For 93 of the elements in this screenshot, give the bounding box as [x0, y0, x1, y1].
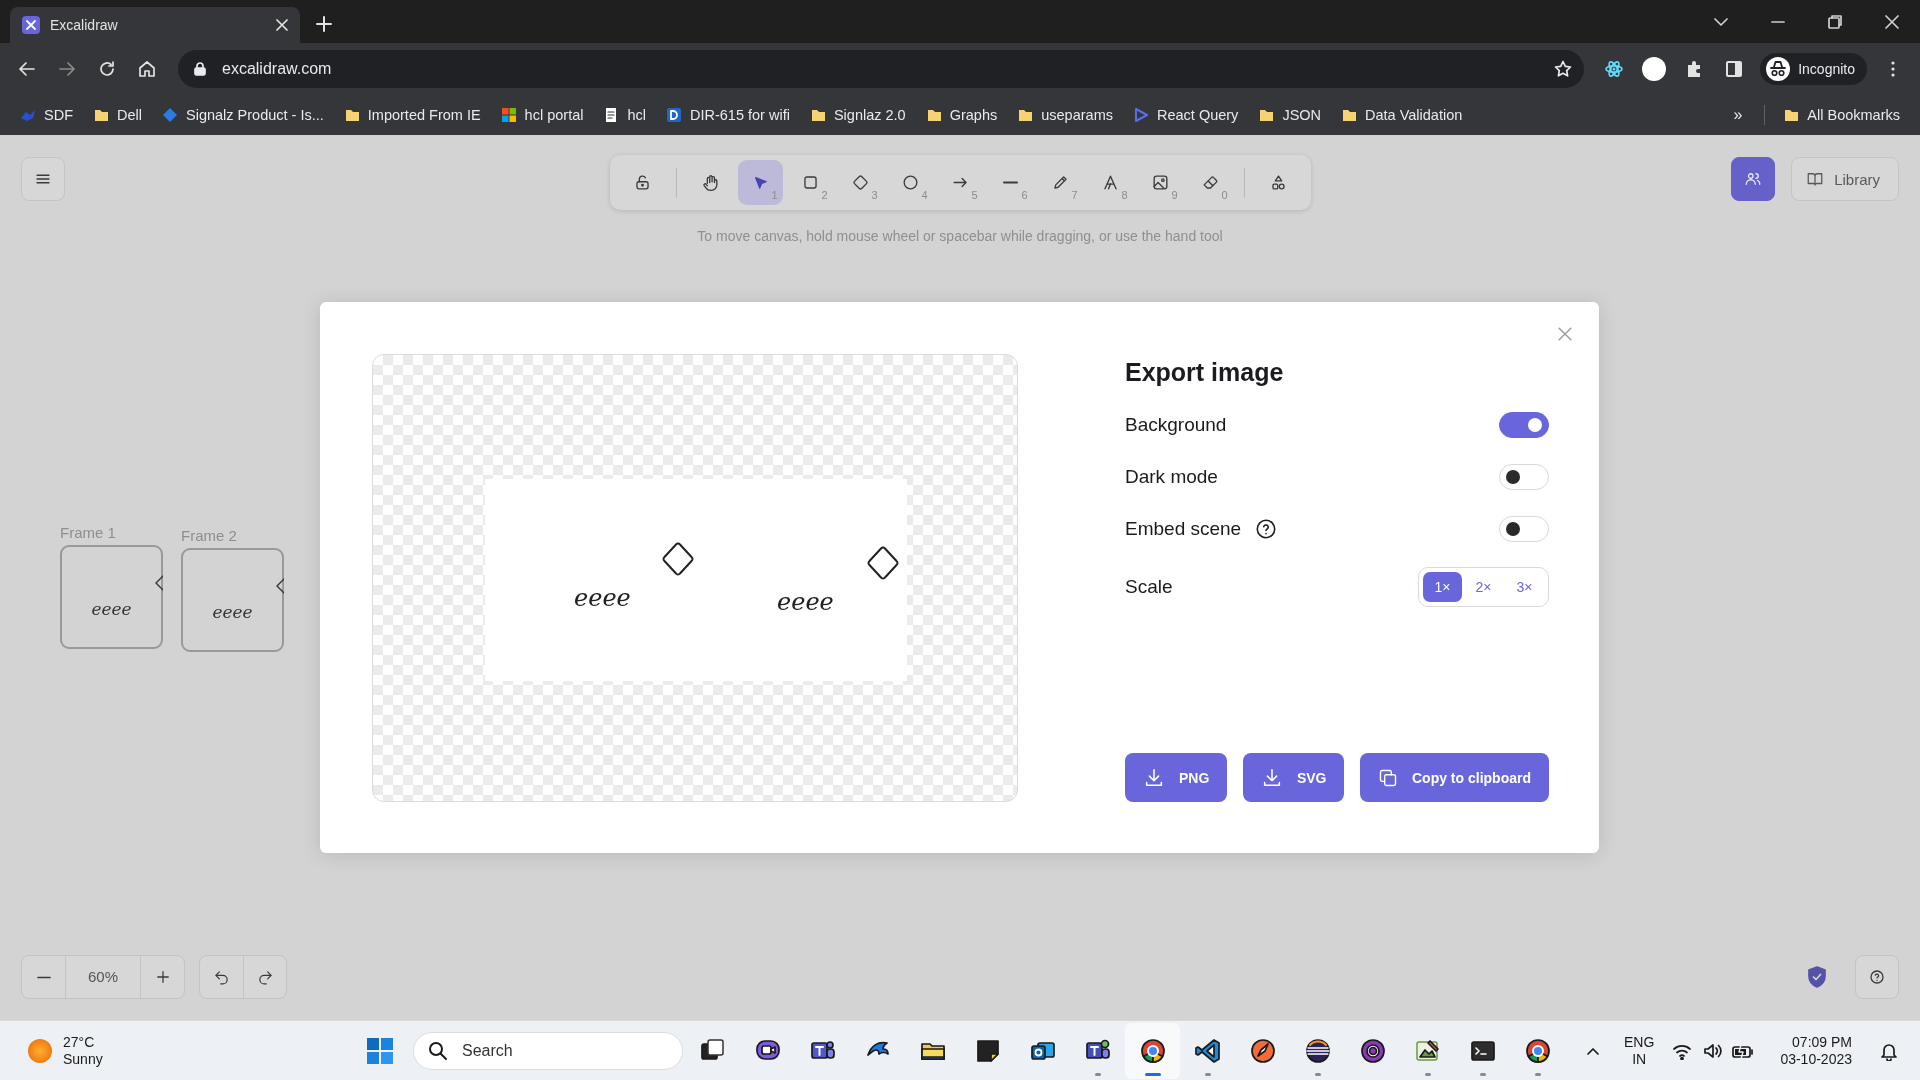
bookmark[interactable]: hcl portal	[492, 102, 592, 127]
hint-text: To move canvas, hold mouse wheel or spacebar while dragging, or use the hand tool	[697, 228, 1223, 244]
planet-icon[interactable]	[1303, 1036, 1332, 1065]
download-icon	[1143, 766, 1165, 789]
bookmark[interactable]: Dell	[85, 102, 150, 127]
logo-icon	[666, 106, 682, 123]
bookmark[interactable]: Imported From IE	[335, 102, 489, 127]
diamond-shape	[660, 541, 696, 577]
diamond-shape	[865, 545, 901, 581]
clock-date[interactable]: 03-10-2023	[1780, 1050, 1852, 1068]
tab-title: Excalidraw	[50, 17, 119, 33]
image-icon	[1150, 173, 1170, 192]
undo-icon	[213, 968, 230, 986]
shield-icon[interactable]	[1805, 965, 1829, 989]
help-button[interactable]	[1855, 955, 1899, 999]
menu-button[interactable]	[21, 157, 65, 201]
frame-label: Frame 1	[60, 524, 117, 541]
help-icon	[1868, 968, 1886, 986]
bookmark[interactable]: useparams	[1009, 102, 1121, 127]
bookmark[interactable]: hcl	[595, 102, 654, 127]
toggle-switch[interactable]	[1499, 412, 1549, 438]
reload-icon[interactable]	[97, 58, 117, 79]
line-icon	[1002, 181, 1018, 184]
canvas-text: eeee	[777, 588, 834, 616]
search-input[interactable]: Search	[460, 1040, 644, 1061]
browser-icon[interactable]	[1523, 1036, 1552, 1065]
zoom-level[interactable]: 60%	[65, 956, 141, 998]
copy-icon	[1378, 767, 1398, 788]
browser-icon[interactable]	[1138, 1036, 1167, 1065]
star-icon[interactable]	[1554, 59, 1573, 78]
download-button[interactable]: PNG	[1125, 753, 1228, 802]
lock-icon	[194, 61, 206, 76]
atom-icon[interactable]	[1604, 58, 1625, 79]
download-button[interactable]: SVG	[1242, 753, 1345, 802]
canvas-text: eeee	[574, 584, 631, 612]
frame-label: Frame 2	[181, 527, 238, 544]
incognito-icon	[1766, 56, 1791, 81]
home-icon[interactable]	[137, 58, 157, 79]
region[interactable]: IN	[1632, 1050, 1647, 1068]
scale-option[interactable]: 2×	[1464, 572, 1503, 602]
overflow-chevron[interactable]: »	[1721, 105, 1755, 124]
bookmark[interactable]: Graphs	[917, 102, 1006, 127]
option-label: Scale	[1125, 576, 1173, 598]
bookmark[interactable]: Signlaz 2.0	[801, 102, 914, 127]
copy-button[interactable]: Copy to clipboard	[1360, 753, 1549, 802]
circle-icon	[900, 173, 920, 192]
hand-icon	[700, 173, 720, 192]
scale-option[interactable]: 3×	[1505, 572, 1544, 602]
scale-option[interactable]: 1×	[1423, 572, 1462, 602]
search-icon	[428, 1040, 448, 1061]
bookmark[interactable]: React Query	[1124, 102, 1247, 127]
bookmark[interactable]: DIR-615 for wifi	[658, 102, 798, 127]
clock-time[interactable]: 07:09 PM	[1792, 1033, 1852, 1051]
option-label: Dark mode	[1125, 466, 1218, 488]
new-tab-icon[interactable]	[316, 15, 332, 32]
diamond-icon	[162, 106, 178, 123]
bookmark[interactable]: SDF	[12, 102, 81, 127]
dialog-title: Export image	[1125, 357, 1285, 388]
diamond-icon	[850, 173, 870, 192]
option-label: Embed scene	[1125, 518, 1242, 540]
language[interactable]: ENG	[1624, 1033, 1655, 1051]
side-panel-icon[interactable]	[1724, 58, 1745, 79]
close-icon[interactable]	[276, 19, 288, 31]
app-logo-icon	[22, 16, 40, 34]
people-icon	[1744, 170, 1763, 188]
more-icon[interactable]	[1891, 60, 1895, 77]
tiles-icon	[500, 106, 517, 123]
code-editor-icon[interactable]	[1193, 1036, 1222, 1065]
redo-icon	[256, 968, 274, 986]
temperature[interactable]: 27°C	[63, 1033, 103, 1051]
bookmark[interactable]: Data Validation	[1333, 102, 1471, 127]
address-bar[interactable]: excalidraw.com	[178, 49, 1585, 88]
start-icon[interactable]	[366, 1037, 393, 1064]
bookmark[interactable]: JSON	[1250, 102, 1330, 127]
minus-icon	[36, 975, 51, 979]
close-icon[interactable]	[1883, 13, 1900, 30]
collaborate-button[interactable]	[1731, 157, 1776, 201]
weather-condition[interactable]: Sunny	[63, 1050, 103, 1068]
help-icon[interactable]	[1255, 518, 1278, 540]
library-button[interactable]: Library	[1791, 157, 1899, 201]
browser-tab[interactable]: Excalidraw	[10, 7, 300, 43]
play-icon	[1132, 106, 1149, 123]
volume-icon[interactable]	[1702, 1041, 1723, 1060]
restore-icon[interactable]	[1826, 13, 1843, 30]
book-icon	[1806, 170, 1825, 188]
bookmark[interactable]: All Bookmarks	[1775, 102, 1908, 127]
bookmark[interactable]: Signalz Product - Is...	[154, 102, 332, 127]
avatar-icon[interactable]	[1642, 56, 1667, 81]
profile-button[interactable]: Incognito	[1760, 52, 1867, 85]
search-field[interactable]: Search	[413, 1031, 683, 1070]
option-label: Background	[1125, 414, 1227, 436]
canvas-text: eeee	[90, 599, 133, 619]
canvas-text: eeee	[211, 602, 254, 622]
